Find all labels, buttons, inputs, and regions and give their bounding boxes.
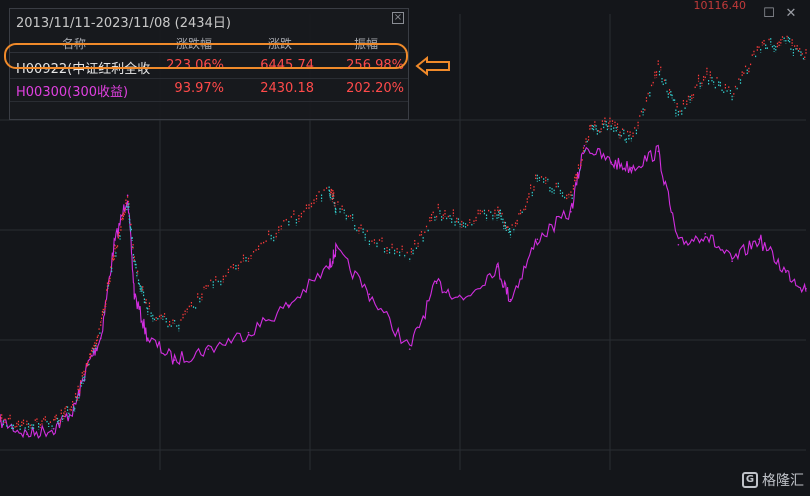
data-point-csi300	[704, 232, 707, 235]
data-point-csi300	[731, 260, 733, 263]
data-point-csi300	[408, 348, 411, 350]
data-point-csi300	[610, 161, 613, 164]
data-point-csi300	[26, 433, 28, 436]
row-change-pct: 93.97%	[174, 81, 224, 96]
series-line-csi300	[0, 144, 807, 439]
data-point-csi300	[630, 167, 633, 169]
data-point-csi300	[207, 348, 210, 350]
data-point-csi300	[435, 282, 438, 285]
data-point-csi300	[99, 337, 102, 339]
chart-top-value-label: 10116.40	[693, 0, 747, 12]
data-point-csi300	[52, 427, 55, 430]
data-point-csi300	[247, 331, 250, 334]
panel-title: 2013/11/11-2023/11/08 (2434日)	[16, 16, 231, 31]
watermark-logo: G	[742, 472, 758, 488]
watermark: G 格隆汇	[742, 470, 804, 490]
maximize-icon[interactable]: ☐	[762, 7, 776, 21]
arrow-left-icon	[415, 56, 450, 76]
row-name: H00300(300收益)	[16, 85, 129, 100]
data-point-csi300	[657, 150, 660, 153]
close-icon[interactable]: ✕	[784, 7, 798, 21]
data-point-csi300	[146, 337, 149, 339]
watermark-text: 格隆汇	[762, 473, 804, 489]
data-point-csi300	[583, 145, 586, 147]
close-x-icon[interactable]: ×	[392, 12, 404, 24]
row-change-pts: 2430.18	[260, 81, 314, 96]
data-point-csi300	[126, 194, 129, 197]
data-point-csi300	[785, 271, 787, 274]
data-point-csi300	[288, 304, 290, 306]
data-point-csi300	[133, 293, 136, 295]
data-point-csi300	[805, 287, 807, 290]
data-point-csi300	[536, 238, 539, 241]
row-divider	[10, 78, 408, 79]
data-point-csi300	[758, 238, 760, 241]
data-point-csi300	[335, 249, 337, 252]
table-row[interactable]: H00300(300收益) 93.97% 2430.18 202.20%	[10, 80, 408, 100]
data-point-csi300	[173, 359, 176, 361]
data-point-csi300	[462, 298, 465, 301]
data-point-csi300	[570, 210, 572, 213]
row-divider	[10, 101, 408, 102]
data-point-csi300	[677, 243, 680, 246]
row-amplitude: 202.20%	[346, 81, 404, 96]
data-point-csi300	[328, 265, 330, 268]
data-point-csi300	[496, 265, 498, 268]
highlight-ring	[4, 43, 408, 69]
data-point-csi300	[368, 293, 371, 295]
data-point-csi300	[509, 298, 512, 301]
